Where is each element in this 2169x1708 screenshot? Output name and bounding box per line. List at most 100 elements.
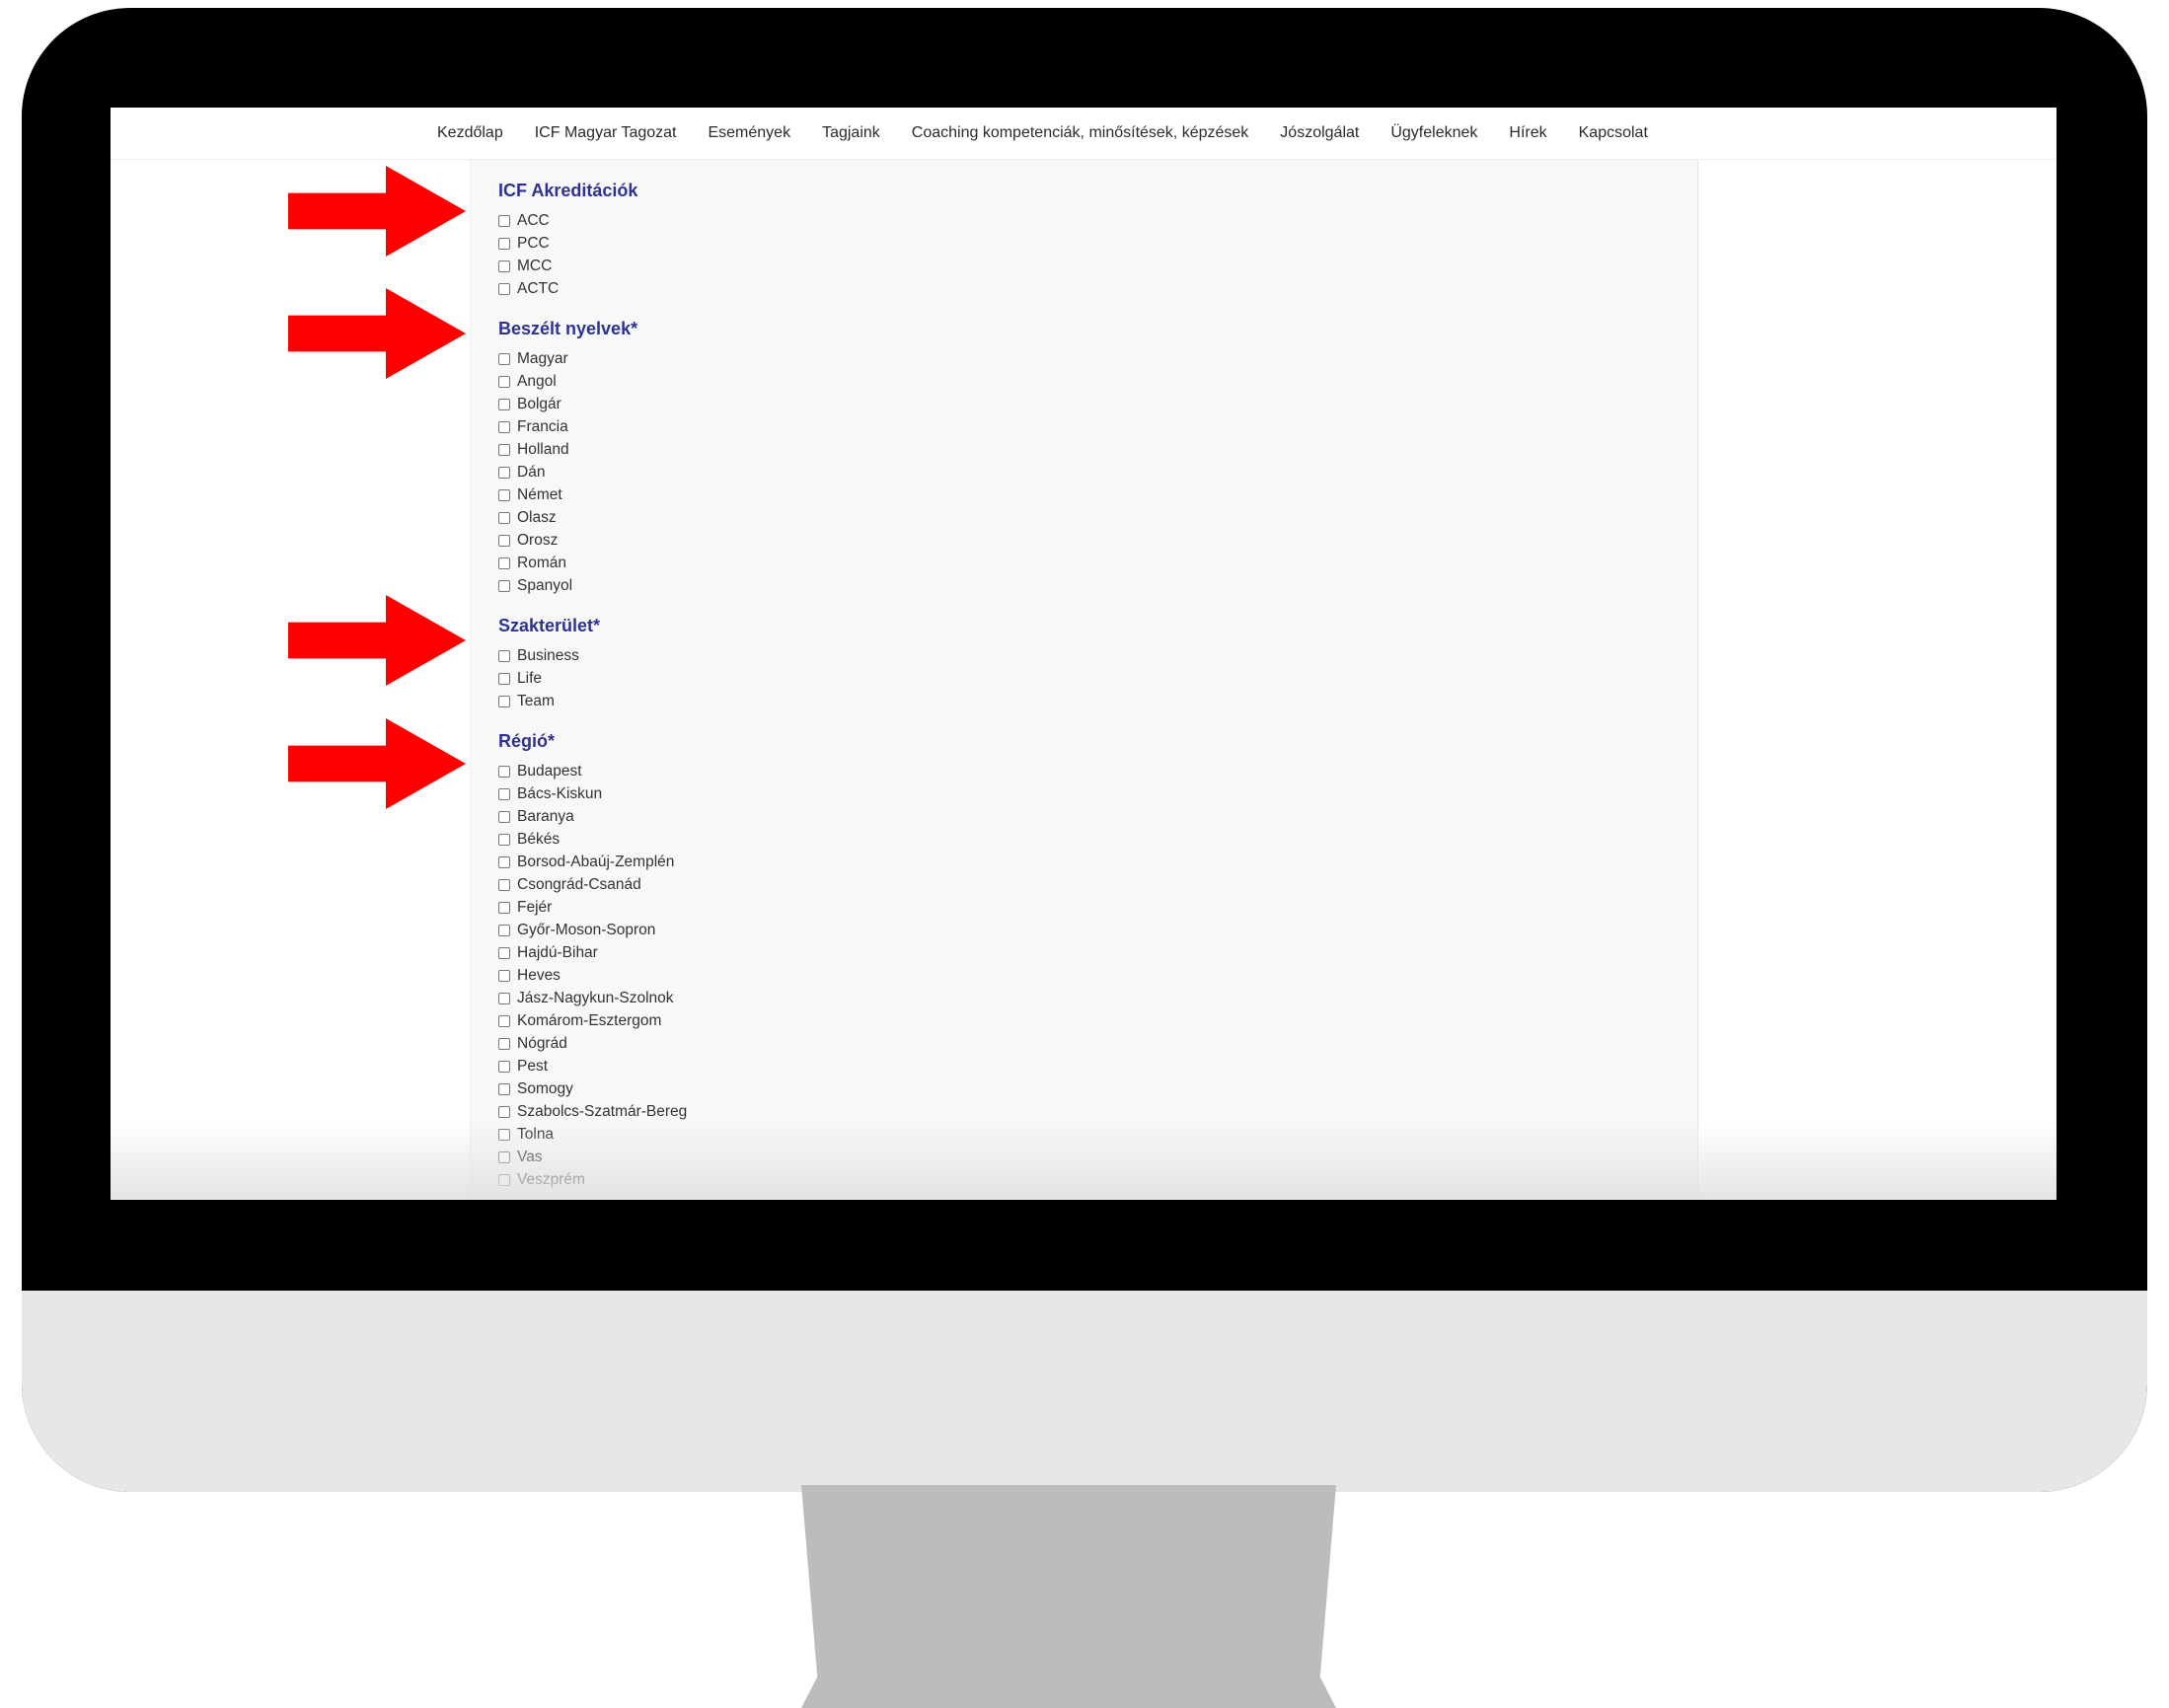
checkbox-option[interactable]: Orosz [498,529,687,552]
nav-link[interactable]: Tagjaink [822,124,880,142]
checkbox-label: Somogy [517,1079,573,1097]
checkbox-option[interactable]: ACC [498,209,687,232]
nav-link[interactable]: Kapcsolat [1579,124,1648,142]
checkbox[interactable] [498,398,510,410]
checkbox-option[interactable]: Bács-Kiskun [498,782,687,805]
checkbox[interactable] [498,969,510,982]
checkbox-label: Békés [517,830,561,848]
checkbox-option[interactable]: Francia [498,415,687,438]
checkbox-label: Hajdú-Bihar [517,943,598,961]
checkbox-option[interactable]: Angol [498,370,687,393]
checkbox-label: Spanyol [517,576,573,594]
checkbox-option[interactable]: Baranya [498,805,687,828]
checkbox-option[interactable]: Magyar [498,347,687,370]
checkbox[interactable] [498,375,510,388]
checkbox[interactable] [498,946,510,959]
checkbox-option[interactable]: Győr-Moson-Sopron [498,919,687,941]
checkbox[interactable] [498,833,510,846]
checkbox[interactable] [498,672,510,685]
nav-link[interactable]: Ügyfeleknek [1390,124,1477,142]
nav-link[interactable]: Hírek [1509,124,1546,142]
checkbox[interactable] [498,443,510,456]
checkbox-option[interactable]: PCC [498,232,687,255]
checkbox[interactable] [498,1037,510,1050]
checkbox-label: Life [517,669,542,687]
checkbox[interactable] [498,282,510,295]
checkbox-option[interactable]: Román [498,552,687,574]
checkbox-option[interactable]: Borsod-Abaúj-Zemplén [498,851,687,873]
checkbox-option[interactable]: MCC [498,255,687,277]
checkbox-option[interactable]: Budapest [498,760,687,782]
checkbox[interactable] [498,649,510,662]
checkbox[interactable] [498,1128,510,1141]
checkbox-option[interactable]: Békés [498,828,687,851]
checkbox[interactable] [498,1105,510,1118]
checkbox[interactable] [498,1082,510,1095]
checkbox[interactable] [498,992,510,1004]
checkbox[interactable] [498,787,510,800]
checkbox-label: Német [517,485,562,503]
checkbox[interactable] [498,855,510,868]
checkbox[interactable] [498,237,510,250]
checkbox-option[interactable]: Hajdú-Bihar [498,941,687,964]
checkbox-option[interactable]: Spanyol [498,574,687,597]
checkbox[interactable] [498,1151,510,1163]
checkbox[interactable] [498,557,510,569]
checkbox-option[interactable]: Bolgár [498,393,687,415]
checkbox[interactable] [498,420,510,433]
checkbox-option[interactable]: Tolna [498,1123,687,1146]
checkbox-option[interactable]: Német [498,483,687,506]
checkbox[interactable] [498,878,510,891]
checkbox-option[interactable]: Pest [498,1055,687,1077]
checkbox[interactable] [498,765,510,778]
checkbox[interactable] [498,901,510,914]
checkbox-option[interactable]: Vas [498,1146,687,1168]
checkbox-option[interactable]: Life [498,667,687,690]
checkbox[interactable] [498,1014,510,1027]
checkbox[interactable] [498,466,510,479]
checkbox-label: Bolgár [517,395,561,412]
checkbox-option[interactable]: Szabolcs-Szatmár-Bereg [498,1100,687,1123]
checkbox[interactable] [498,695,510,707]
nav-link[interactable]: Események [708,124,790,142]
nav-link[interactable]: Kezdőlap [437,124,503,142]
checkbox[interactable] [498,534,510,547]
checkbox-label: Holland [517,440,569,458]
checkbox-option[interactable]: ACTC [498,277,687,300]
checkbox-option[interactable]: Somogy [498,1077,687,1100]
checkbox-option[interactable]: Veszprém [498,1168,687,1191]
checkbox[interactable] [498,352,510,365]
checkbox[interactable] [498,579,510,592]
checkbox-option[interactable]: Nógrád [498,1032,687,1055]
checkbox-label: Borsod-Abaúj-Zemplén [517,853,675,870]
checkbox-option[interactable]: Jász-Nagykun-Szolnok [498,987,687,1009]
checkbox-option[interactable]: Heves [498,964,687,987]
nav-link[interactable]: Coaching kompetenciák, minősítések, képz… [912,124,1249,142]
nav-link[interactable]: Jószolgálat [1280,124,1359,142]
checkbox-option[interactable]: Holland [498,438,687,461]
checkbox-option[interactable]: Team [498,690,687,712]
filter-section: Beszélt nyelvek* Magyar Angol Bolgár Francia… [498,316,687,597]
checkbox-label: Pest [517,1057,549,1075]
checkbox[interactable] [498,1060,510,1073]
checkbox-label: Angol [517,372,557,390]
checkbox[interactable] [498,260,510,272]
checkbox-option[interactable]: Dán [498,461,687,483]
checkbox-option[interactable]: Komárom-Esztergom [498,1009,687,1032]
nav-link[interactable]: ICF Magyar Tagozat [535,124,677,142]
checkbox[interactable] [498,924,510,936]
checkbox-label: ACTC [517,279,560,297]
checkbox-option[interactable]: Csongrád-Csanád [498,873,687,896]
checkbox[interactable] [498,214,510,227]
monitor-stand [801,1485,1336,1708]
checkbox[interactable] [498,1173,510,1186]
checkbox-label: PCC [517,234,550,252]
filter-section: ICF Akreditációk ACC PCC MCC ACTC [498,178,687,300]
checkbox[interactable] [498,511,510,524]
checkbox-option[interactable]: Fejér [498,896,687,919]
checkbox-option[interactable]: Business [498,644,687,667]
checkbox-option[interactable]: Olasz [498,506,687,529]
checkbox[interactable] [498,810,510,823]
checkbox[interactable] [498,488,510,501]
checkbox-label: Veszprém [517,1170,585,1188]
